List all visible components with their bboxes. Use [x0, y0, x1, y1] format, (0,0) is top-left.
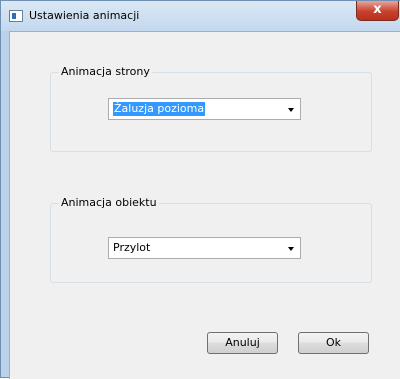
page-animation-selected-value: Żaluzja pozioma	[113, 102, 206, 116]
page-animation-group-label: Animacja strony	[59, 65, 152, 78]
ok-button[interactable]: Ok	[298, 332, 369, 354]
page-animation-select[interactable]: Żaluzja pozioma	[108, 98, 301, 120]
object-animation-group: Animacja obiektu Przylot	[50, 196, 372, 283]
title-bar[interactable]: Ustawienia animacji x	[1, 1, 400, 31]
object-animation-selected-value: Przylot	[113, 241, 151, 254]
close-button[interactable]: x	[356, 1, 399, 21]
cancel-button[interactable]: Anuluj	[207, 332, 278, 354]
window-title: Ustawienia animacji	[29, 9, 140, 22]
dialog-window: Ustawienia animacji x Animacja strony Ża…	[0, 0, 400, 379]
dialog-client-area: Animacja strony Żaluzja pozioma Animacja…	[9, 31, 400, 379]
object-animation-group-label: Animacja obiektu	[59, 196, 159, 209]
object-animation-select[interactable]: Przylot	[108, 237, 301, 259]
page-animation-group: Animacja strony Żaluzja pozioma	[50, 65, 372, 152]
window-app-icon	[9, 10, 23, 22]
chevron-down-icon[interactable]	[288, 108, 294, 112]
chevron-down-icon[interactable]	[288, 247, 294, 251]
